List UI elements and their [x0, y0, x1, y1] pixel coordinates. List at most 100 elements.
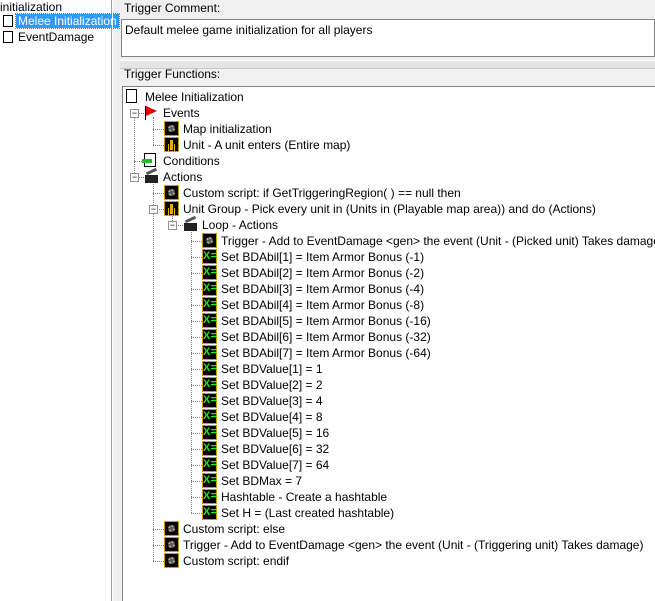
tree-node[interactable]: Set BDAbil[2] = Item Armor Bonus (-2) — [123, 265, 655, 281]
tree-node[interactable]: Set BDAbil[6] = Item Armor Bonus (-32) — [123, 329, 655, 345]
trigger-comment-field[interactable]: Default melee game initialization for al… — [121, 19, 655, 57]
tree-node-label: Set BDValue[3] = 4 — [221, 394, 323, 408]
tree-connector — [153, 145, 164, 146]
tree-node[interactable]: Set BDValue[1] = 1 — [123, 361, 655, 377]
collapse-toggle[interactable]: − — [130, 173, 139, 182]
tree-connector — [153, 193, 164, 194]
tree-node-label: Set BDValue[4] = 8 — [221, 410, 323, 424]
set-variable-icon — [202, 457, 217, 472]
tree-node[interactable]: Custom script: endif — [123, 553, 655, 569]
tree-connector — [191, 337, 202, 338]
tree-connector — [153, 529, 164, 530]
gear-icon — [164, 537, 179, 552]
unit-icon — [164, 201, 179, 216]
tree-node[interactable]: Trigger - Add to EventDamage <gen> the e… — [123, 233, 655, 249]
trigger-category-item[interactable]: initialization — [0, 0, 62, 15]
tree-connector — [191, 465, 202, 466]
tree-node-label: Set BDValue[7] = 64 — [221, 458, 330, 472]
item-label: EventDamage — [18, 30, 95, 44]
tree-node[interactable]: Trigger - Add to EventDamage <gen> the e… — [123, 537, 655, 553]
tree-node[interactable]: Melee Initialization — [123, 89, 655, 105]
tree-node[interactable]: Set H = (Last created hashtable) — [123, 505, 655, 521]
tree-node-label: Set BDValue[6] = 32 — [221, 442, 330, 456]
tree-node-label: Set BDAbil[7] = Item Armor Bonus (-64) — [221, 346, 431, 360]
set-variable-icon — [202, 345, 217, 360]
tree-connector — [191, 513, 202, 514]
tree-node[interactable]: Set BDAbil[4] = Item Armor Bonus (-8) — [123, 297, 655, 313]
tree-node-label: Trigger - Add to EventDamage <gen> the e… — [221, 234, 655, 248]
document-icon — [3, 31, 13, 43]
collapse-toggle[interactable]: − — [130, 109, 139, 118]
tree-connector — [153, 561, 164, 562]
tree-node[interactable]: − Actions — [123, 169, 655, 185]
tree-node[interactable]: − Events — [123, 105, 655, 121]
tree-node[interactable]: − Loop - Actions — [123, 217, 655, 233]
tree-connector — [191, 289, 202, 290]
collapse-toggle[interactable]: − — [168, 221, 177, 230]
tree-node[interactable]: Conditions — [123, 153, 655, 169]
tree-node-label: Actions — [163, 170, 203, 184]
tree-node-label: Set BDValue[5] = 16 — [221, 426, 330, 440]
tree-connector — [191, 401, 202, 402]
tree-connector — [191, 369, 202, 370]
tree-connector — [191, 321, 202, 322]
tree-node-label: Custom script: if GetTriggeringRegion( )… — [183, 186, 461, 200]
panel-splitter[interactable] — [112, 0, 113, 601]
tree-node[interactable]: Custom script: if GetTriggeringRegion( )… — [123, 185, 655, 201]
tree-node-label: Set H = (Last created hashtable) — [221, 506, 395, 520]
tree-node[interactable]: Set BDValue[5] = 16 — [123, 425, 655, 441]
tree-node[interactable]: Set BDValue[3] = 4 — [123, 393, 655, 409]
gear-icon — [202, 233, 217, 248]
tree-node-label: Map initialization — [183, 122, 272, 136]
set-variable-icon — [202, 265, 217, 280]
tree-node[interactable]: Set BDValue[7] = 64 — [123, 457, 655, 473]
document-icon — [3, 15, 13, 27]
set-variable-icon — [202, 297, 217, 312]
tree-node-label: Set BDAbil[2] = Item Armor Bonus (-2) — [221, 266, 425, 280]
trigger-item-melee-initialization[interactable]: Melee Initialization — [3, 13, 120, 29]
tree-node[interactable]: Set BDAbil[7] = Item Armor Bonus (-64) — [123, 345, 655, 361]
tree-node[interactable]: Set BDValue[4] = 8 — [123, 409, 655, 425]
trigger-list-panel: initialization Melee Initialization Even… — [0, 0, 120, 601]
tree-node-label: Set BDAbil[3] = Item Armor Bonus (-4) — [221, 282, 425, 296]
tree-node[interactable]: Hashtable - Create a hashtable — [123, 489, 655, 505]
tree-connector — [191, 481, 202, 482]
set-variable-icon — [202, 489, 217, 504]
unit-icon — [164, 137, 179, 152]
tree-node[interactable]: Unit - A unit enters (Entire map) — [123, 137, 655, 153]
tree-connector — [153, 129, 164, 130]
tree-node[interactable]: Set BDAbil[3] = Item Armor Bonus (-4) — [123, 281, 655, 297]
tree-node[interactable]: Set BDValue[2] = 2 — [123, 377, 655, 393]
set-variable-icon — [202, 393, 217, 408]
tree-node[interactable]: Set BDValue[6] = 32 — [123, 441, 655, 457]
tree-node-label: Custom script: endif — [183, 554, 290, 568]
tree-connector — [191, 353, 202, 354]
tree-connector — [191, 273, 202, 274]
tree-node-label: Loop - Actions — [202, 218, 279, 232]
flag-icon — [144, 105, 159, 120]
set-variable-icon — [202, 377, 217, 392]
gear-icon — [164, 553, 179, 568]
collapse-toggle[interactable]: − — [149, 205, 158, 214]
tree-node-label: Set BDAbil[1] = Item Armor Bonus (-1) — [221, 250, 425, 264]
set-variable-icon — [202, 473, 217, 488]
tree-node[interactable]: Custom script: else — [123, 521, 655, 537]
tree-connector — [191, 497, 202, 498]
tree-node[interactable]: Map initialization — [123, 121, 655, 137]
tree-node-label: Set BDAbil[5] = Item Armor Bonus (-16) — [221, 314, 431, 328]
tree-node[interactable]: Set BDAbil[1] = Item Armor Bonus (-1) — [123, 249, 655, 265]
tree-node-label: Unit Group - Pick every unit in (Units i… — [183, 202, 596, 216]
tree-node[interactable]: Set BDAbil[5] = Item Armor Bonus (-16) — [123, 313, 655, 329]
tree-node[interactable]: Set BDMax = 7 — [123, 473, 655, 489]
tree-node[interactable]: − Unit Group - Pick every unit in (Units … — [123, 201, 655, 217]
set-variable-icon — [202, 505, 217, 520]
set-variable-icon — [202, 425, 217, 440]
clapperboard-icon — [144, 169, 159, 184]
trigger-item-eventdamage[interactable]: EventDamage — [3, 30, 94, 45]
tree-node-label: Set BDMax = 7 — [221, 474, 303, 488]
tree-connector — [191, 257, 202, 258]
trigger-functions-label: Trigger Functions: — [124, 67, 221, 81]
tree-connector — [191, 449, 202, 450]
gear-icon — [164, 185, 179, 200]
trigger-functions-tree: Melee Initialization − Events Map initializ… — [122, 86, 655, 601]
